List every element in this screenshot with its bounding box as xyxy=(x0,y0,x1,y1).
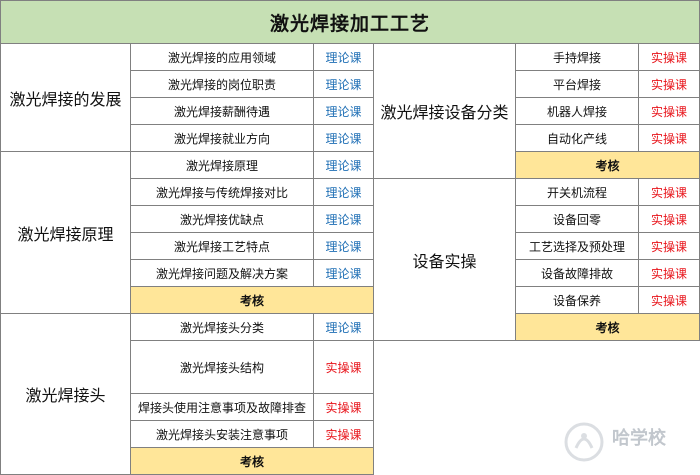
course-type-theory: 理论课 xyxy=(313,259,374,287)
topic-item: 设备保养 xyxy=(515,286,639,314)
course-type-practice: 实操课 xyxy=(637,259,700,287)
watermark-text: 哈学校 xyxy=(612,428,666,449)
course-type-practice: 实操课 xyxy=(637,97,700,125)
course-type-practice: 实操课 xyxy=(637,43,700,71)
course-type-practice: 实操课 xyxy=(637,178,700,206)
topic-item: 激光焊接头安装注意事项 xyxy=(130,420,314,448)
topic-item: 激光焊接问题及解决方案 xyxy=(130,259,314,287)
course-type-practice: 实操课 xyxy=(637,205,700,233)
topic-item: 设备回零 xyxy=(515,205,639,233)
topic-item: 激光焊接的岗位职责 xyxy=(130,70,314,98)
topic-item: 开关机流程 xyxy=(515,178,639,206)
course-type-theory: 理论课 xyxy=(313,205,374,233)
topic-item: 激光焊接就业方向 xyxy=(130,124,314,152)
curriculum-table: 激光焊接加工工艺 激光焊接的发展 激光焊接的应用领域 理论课 激光焊接设备分类 … xyxy=(0,0,700,475)
topic-item: 激光焊接薪酬待遇 xyxy=(130,97,314,125)
course-type-theory: 理论课 xyxy=(313,43,374,71)
topic-item: 焊接头使用注意事项及故障排查 xyxy=(130,393,314,421)
page-title: 激光焊接加工工艺 xyxy=(0,0,700,44)
course-type-practice: 实操课 xyxy=(637,232,700,260)
course-type-practice: 实操课 xyxy=(313,340,374,394)
section-equipment-operation: 设备实操 xyxy=(373,178,516,341)
topic-item: 机器人焊接 xyxy=(515,97,639,125)
topic-item: 自动化产线 xyxy=(515,124,639,152)
course-type-theory: 理论课 xyxy=(313,151,374,179)
topic-item: 激光焊接的应用领域 xyxy=(130,43,314,71)
course-type-practice: 实操课 xyxy=(313,393,374,421)
course-type-practice: 实操课 xyxy=(313,420,374,448)
curriculum-page: 激光焊接加工工艺 激光焊接的发展 激光焊接的应用领域 理论课 激光焊接设备分类 … xyxy=(0,0,700,475)
topic-item: 激光焊接头分类 xyxy=(130,313,314,341)
topic-item: 激光焊接原理 xyxy=(130,151,314,179)
section-equipment-types: 激光焊接设备分类 xyxy=(373,43,516,179)
topic-item: 激光焊接优缺点 xyxy=(130,205,314,233)
topic-item: 设备故障排故 xyxy=(515,259,639,287)
course-type-theory: 理论课 xyxy=(313,313,374,341)
topic-item: 激光焊接与传统焊接对比 xyxy=(130,178,314,206)
course-type-theory: 理论课 xyxy=(313,178,374,206)
section-development: 激光焊接的发展 xyxy=(0,43,131,152)
topic-item: 平台焊接 xyxy=(515,70,639,98)
course-type-theory: 理论课 xyxy=(313,70,374,98)
exam-cell: 考核 xyxy=(130,447,374,475)
section-welding-head: 激光焊接头 xyxy=(0,313,131,475)
course-type-practice: 实操课 xyxy=(637,286,700,314)
topic-item: 手持焊接 xyxy=(515,43,639,71)
course-type-theory: 理论课 xyxy=(313,232,374,260)
topic-item: 激光焊接头结构 xyxy=(130,340,314,394)
exam-cell: 考核 xyxy=(130,286,374,314)
topic-item: 工艺选择及预处理 xyxy=(515,232,639,260)
course-type-practice: 实操课 xyxy=(637,70,700,98)
course-type-practice: 实操课 xyxy=(637,124,700,152)
exam-cell: 考核 xyxy=(514,151,700,179)
course-type-theory: 理论课 xyxy=(313,97,374,125)
topic-item: 激光焊接工艺特点 xyxy=(130,232,314,260)
section-principle: 激光焊接原理 xyxy=(0,151,131,314)
course-type-theory: 理论课 xyxy=(313,124,374,152)
exam-cell: 考核 xyxy=(514,313,700,341)
